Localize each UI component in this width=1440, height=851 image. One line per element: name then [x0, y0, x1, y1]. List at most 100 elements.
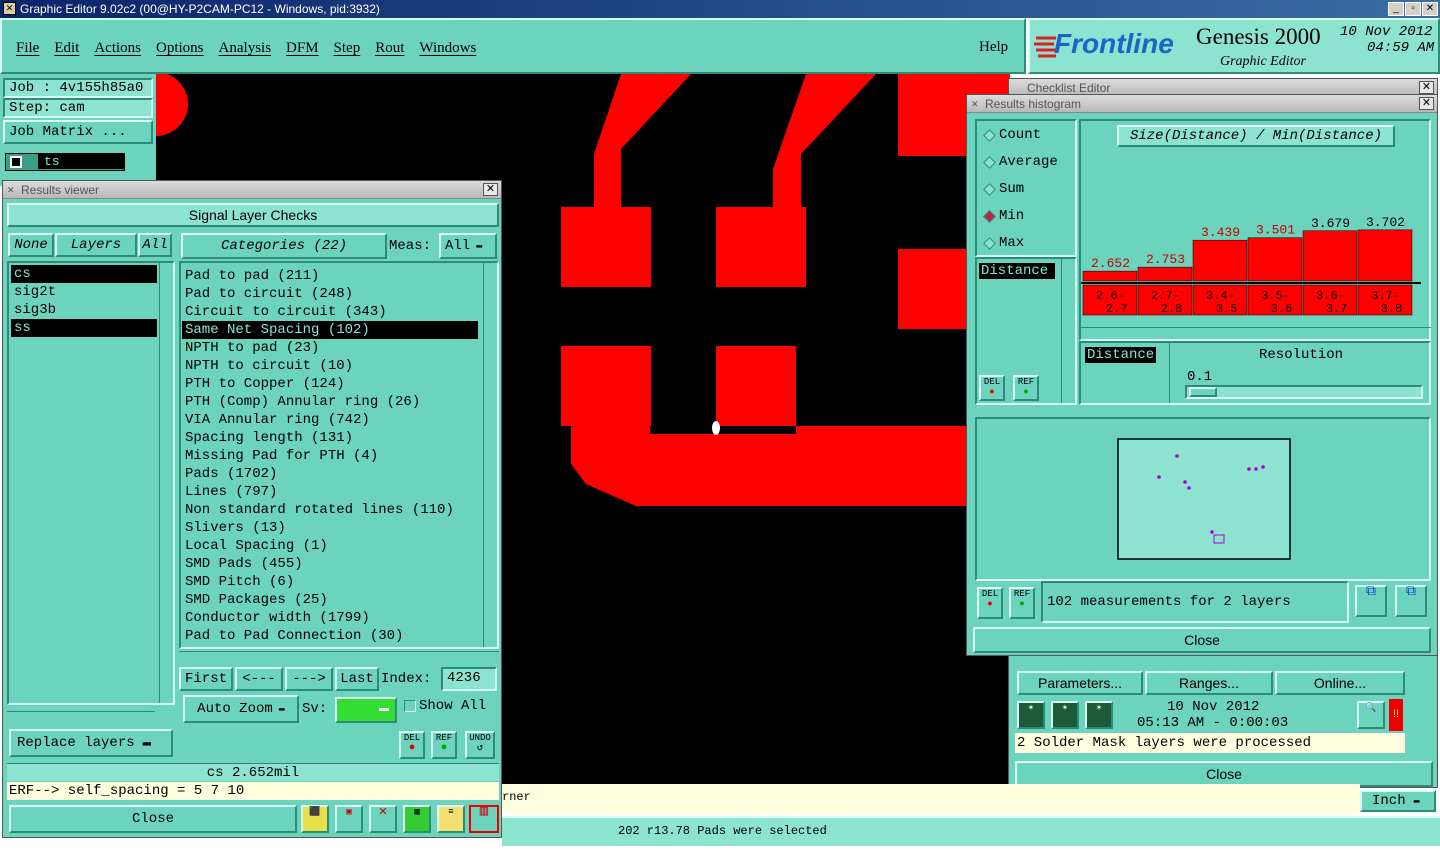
layer-up-icon[interactable]: ⬛ [301, 805, 329, 833]
category-item[interactable]: VIA Annular ring (742) [182, 411, 478, 429]
report-icon[interactable]: ≡ [437, 805, 465, 833]
layers-scrollbar[interactable] [159, 263, 173, 703]
histogram-close-icon[interactable]: ✕ [1419, 97, 1434, 110]
sv-color-dropdown[interactable]: ▬ [335, 697, 397, 723]
histogram-icon[interactable]: ▥ [469, 805, 499, 833]
first-button[interactable]: First [179, 667, 233, 691]
category-item[interactable]: Pad to pad (211) [182, 267, 478, 285]
index-input[interactable]: 4236 [441, 667, 497, 691]
chart-hscroll[interactable] [1079, 327, 1431, 339]
run-select-icon[interactable]: ✶ [1085, 701, 1113, 729]
histogram-bar[interactable] [1302, 230, 1358, 282]
category-item[interactable]: Pad to Pad Connection (30) [182, 627, 478, 645]
category-item[interactable]: NPTH to pad (23) [182, 339, 478, 357]
units-dropdown[interactable]: Inch ▬ [1360, 790, 1436, 812]
undo-button[interactable]: UNDO ↺ [465, 731, 495, 759]
categories-hscroll[interactable] [179, 651, 499, 663]
layers-hscroll[interactable] [7, 711, 155, 723]
category-item[interactable]: Missing Pad for PTH (4) [182, 447, 478, 465]
minimize-button[interactable]: _ [1388, 2, 1404, 16]
replace-layers-dropdown[interactable]: Replace layers ▬ [9, 729, 173, 757]
category-item[interactable]: Pads (1702) [182, 465, 478, 483]
menu-help[interactable]: Help [979, 39, 1008, 56]
menu-dfm[interactable]: DFM [286, 40, 319, 57]
board-del-button[interactable]: DEL ● [977, 587, 1003, 619]
histogram-bar[interactable] [1137, 266, 1193, 282]
layer-item[interactable]: cs [11, 265, 157, 283]
layer-tab[interactable]: ts [5, 153, 125, 171]
histogram-bar[interactable] [1247, 237, 1303, 282]
zoom-icon[interactable]: 🔍 [1357, 701, 1385, 729]
menu-options[interactable]: Options [156, 40, 204, 57]
menu-windows[interactable]: Windows [419, 40, 476, 57]
layers-button[interactable]: Layers [55, 233, 137, 257]
histogram-bar[interactable] [1082, 270, 1138, 282]
category-item[interactable]: Conductor width (1799) [182, 609, 478, 627]
layer-item[interactable]: sig2t [11, 283, 157, 301]
next-button[interactable]: ---> [285, 667, 333, 691]
job-matrix-button[interactable]: Job Matrix ... [3, 120, 153, 144]
category-item[interactable]: Pad to circuit (248) [182, 285, 478, 303]
menu-step[interactable]: Step [334, 40, 361, 57]
close-window-button[interactable]: ✕ [1422, 2, 1438, 16]
histogram-bar[interactable] [1192, 239, 1248, 282]
all-button[interactable]: All [138, 233, 172, 257]
online-button[interactable]: Online... [1275, 671, 1405, 695]
category-item[interactable]: Circuit to circuit (343) [182, 303, 478, 321]
category-item[interactable]: Spacing length (131) [182, 429, 478, 447]
prev-button[interactable]: <--- [235, 667, 283, 691]
parameters-button[interactable]: Parameters... [1017, 671, 1143, 695]
category-item[interactable]: SMD Pads (455) [182, 555, 478, 573]
results-viewer-close-button[interactable]: Close [9, 805, 297, 833]
histogram-close-button[interactable]: Close [973, 627, 1431, 653]
board-preview-frame[interactable] [975, 417, 1431, 581]
run-icon[interactable]: ✶ [1017, 701, 1045, 729]
hist-ref-button[interactable]: REF ● [1013, 375, 1039, 401]
category-item[interactable]: PTH (Comp) Annular ring (26) [182, 393, 478, 411]
category-item[interactable]: SMD Pitch (6) [182, 573, 478, 591]
maximize-button[interactable]: ▫ [1405, 2, 1421, 16]
stat-list-scrollbar[interactable] [1061, 259, 1075, 403]
layer-item[interactable]: ss [11, 319, 157, 337]
category-item[interactable]: Non standard rotated lines (110) [182, 501, 478, 519]
meas-dropdown[interactable]: All ▬ [439, 233, 497, 259]
ref-button[interactable]: REF ● [431, 731, 457, 759]
compare-icon[interactable]: ▦ [403, 805, 431, 833]
run-all-icon[interactable]: ✶ [1051, 701, 1079, 729]
last-button[interactable]: Last [335, 667, 379, 691]
menu-rout[interactable]: Rout [375, 40, 404, 57]
stat-list-item[interactable]: Distance [979, 263, 1055, 279]
category-item[interactable]: Slivers (13) [182, 519, 478, 537]
results-viewer-close-icon[interactable]: ✕ [483, 183, 498, 196]
ranges-button[interactable]: Ranges... [1145, 671, 1273, 695]
import-icon[interactable]: ⧉ [1395, 585, 1427, 617]
distance-selector[interactable]: Distance [1085, 347, 1157, 363]
alert-icon[interactable]: !! [1389, 699, 1403, 731]
del-button[interactable]: DEL ● [399, 731, 425, 759]
categories-scrollbar[interactable] [483, 263, 497, 647]
menu-actions[interactable]: Actions [94, 40, 141, 57]
categories-list[interactable]: Pad to pad (211) Pad to circuit (248) Circ… [182, 267, 478, 647]
menu-analysis[interactable]: Analysis [219, 40, 272, 57]
show-all-checkbox[interactable] [404, 700, 416, 712]
histogram-bar[interactable] [1357, 229, 1413, 282]
auto-zoom-dropdown[interactable]: Auto Zoom ▬ [183, 695, 299, 723]
board-ref-button[interactable]: REF ● [1009, 587, 1035, 619]
category-item[interactable]: NPTH to circuit (10) [182, 357, 478, 375]
dual-view-icon[interactable]: ▣ [335, 805, 363, 833]
hist-del-button[interactable]: DEL ● [979, 375, 1005, 401]
checklist-close-icon[interactable]: ✕ [1419, 81, 1434, 94]
category-item[interactable]: Same Net Spacing (102) [182, 321, 478, 339]
export-icon[interactable]: ⧉ [1355, 585, 1387, 617]
category-item[interactable]: PTH to Copper (124) [182, 375, 478, 393]
ref-cross-icon[interactable]: ✕ [369, 805, 397, 833]
category-item[interactable]: SMD Packages (25) [182, 591, 478, 609]
resolution-slider[interactable] [1185, 385, 1423, 399]
category-item[interactable]: Lines (797) [182, 483, 478, 501]
category-item[interactable]: Local Spacing (1) [182, 537, 478, 555]
layers-list[interactable]: cs sig2t sig3b ss [11, 265, 157, 685]
distance-scrollbar[interactable] [1169, 343, 1183, 403]
menu-edit[interactable]: Edit [54, 40, 79, 57]
menu-file[interactable]: File [16, 40, 39, 57]
categories-button[interactable]: Categories (22) [181, 233, 387, 259]
